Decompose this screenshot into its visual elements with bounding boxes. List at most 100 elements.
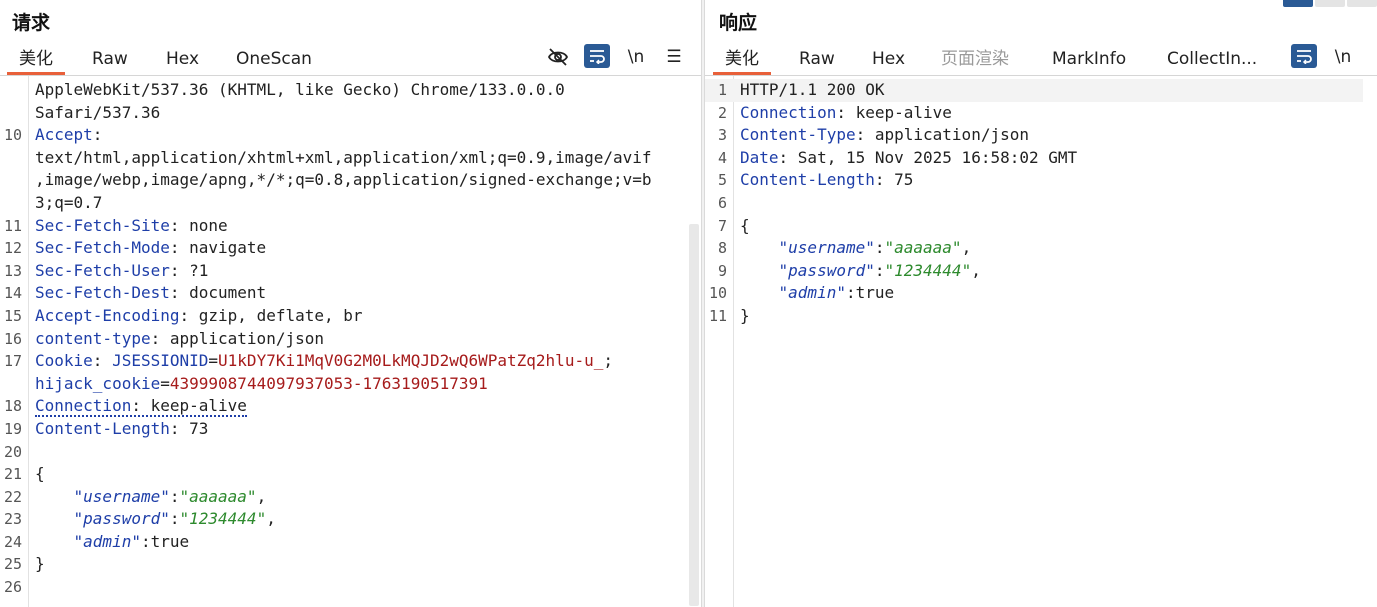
response-editor[interactable]: 1 HTTP/1.1 200 OK 2 Connection: keep-alive 3… (705, 76, 1377, 607)
line-number: 20 (3, 442, 22, 461)
response-tab-raw[interactable]: Raw (799, 48, 835, 75)
code-line: text/html,application/xhtml+xml,applicat… (0, 147, 687, 170)
code-line: 20 (0, 441, 687, 464)
layout-horizontal-button[interactable] (1315, 0, 1345, 7)
request-tab-hex[interactable]: Hex (166, 48, 199, 75)
line-content: Sec-Fetch-User: ?1 (35, 260, 208, 283)
json-string-value: "aaaaaa" (884, 238, 962, 258)
request-tab-pretty[interactable]: 美化 (7, 48, 65, 75)
header-field: Accept-Encoding: gzip, deflate, br (35, 306, 363, 325)
layout-vertical-button[interactable] (1347, 0, 1377, 7)
header-separator: : (874, 170, 895, 190)
header-name: Content-Length (740, 170, 875, 190)
line-number: 10 (3, 126, 22, 145)
line-number: 8 (717, 239, 727, 258)
line-text: } (740, 305, 750, 325)
layout-split-button[interactable] (1283, 0, 1313, 7)
line-text: { (740, 215, 750, 235)
code-line: 16 content-type: application/json (0, 328, 687, 351)
response-tab-hex[interactable]: Hex (872, 48, 905, 75)
json-key: "admin" (778, 283, 846, 303)
line-content: text/html,application/xhtml+xml,applicat… (35, 147, 652, 170)
eye-off-icon[interactable] (545, 44, 571, 70)
code-line: 15 Accept-Encoding: gzip, deflate, br (0, 305, 687, 328)
line-content: 3;q=0.7 (35, 192, 102, 215)
code-line: ,image/webp,image/apng,*/*;q=0.8,applica… (0, 169, 687, 192)
code-line: 22 "username":"aaaaaa", (0, 486, 687, 509)
json-key: "username" (73, 486, 170, 506)
request-tabbar: 美化 Raw Hex OneScan \n ☰ (0, 44, 701, 76)
response-tab-collectinfo[interactable]: CollectIn... (1167, 48, 1257, 75)
line-content: } (35, 553, 45, 576)
code-line: 11 Sec-Fetch-Site: none (0, 215, 687, 238)
newline-toggle[interactable]: \n (623, 44, 649, 70)
request-lines: AppleWebKit/537.36 (KHTML, like Gecko) C… (0, 79, 687, 599)
line-number: 10 (708, 284, 727, 303)
request-editor[interactable]: AppleWebKit/537.36 (KHTML, like Gecko) C… (0, 76, 701, 607)
header-separator: : (169, 238, 190, 258)
json-comma: , (971, 260, 981, 280)
header-value: ?1 (189, 260, 209, 280)
header-name: Accept (35, 125, 93, 145)
code-line: 25} (0, 553, 687, 576)
header-field: Date: Sat, 15 Nov 2025 16:58:02 GMT (740, 148, 1077, 167)
request-tab-onescan[interactable]: OneScan (236, 48, 312, 75)
json-key: "password" (778, 260, 875, 280)
header-value: none (189, 215, 228, 235)
code-line: 13 Sec-Fetch-User: ?1 (0, 260, 687, 283)
line-content: Accept: (35, 124, 102, 147)
line-content: Safari/537.36 (35, 102, 160, 125)
response-lines: 1 HTTP/1.1 200 OK 2 Connection: keep-alive 3… (705, 79, 1363, 328)
newline-toggle[interactable]: \n (1330, 44, 1356, 70)
code-line: 1 HTTP/1.1 200 OK (705, 79, 1363, 102)
http-message-viewer: 请求 美化 Raw Hex OneScan \n ☰ AppleWebKit/5… (0, 0, 1377, 607)
wrap-icon[interactable] (584, 44, 610, 68)
line-text: { (35, 464, 45, 484)
line-number: 16 (3, 329, 22, 348)
line-text: text/html,application/xhtml+xml,applicat… (35, 147, 652, 167)
line-content: Content-Type: application/json (740, 124, 1029, 147)
cookie-value: U1kDY7Ki1MqV0G2M0LkMQJD2wQ6WPatZq2hlu-u_ (218, 351, 604, 371)
line-number: 2 (717, 103, 727, 122)
request-tab-raw[interactable]: Raw (92, 48, 128, 75)
header-name: Connection (740, 102, 837, 122)
wrap-icon[interactable] (1291, 44, 1317, 68)
json-key: "admin" (73, 531, 141, 551)
json-literal-value: true (855, 283, 895, 303)
json-colon: : (140, 531, 151, 551)
code-line: 10 Accept: (0, 124, 687, 147)
header-field: Content-Type: application/json (740, 125, 1029, 144)
wrap-icon-svg (1297, 50, 1312, 64)
code-line: 17 Cookie: JSESSIONID=U1kDY7Ki1MqV0G2M0Lk… (0, 350, 687, 373)
line-content: "password":"1234444", (740, 260, 981, 283)
line-content: AppleWebKit/537.36 (KHTML, like Gecko) C… (35, 79, 565, 102)
json-comma: , (961, 238, 972, 258)
line-content: ,image/webp,image/apng,*/*;q=0.8,applica… (35, 169, 652, 192)
json-colon: : (169, 486, 180, 506)
menu-icon[interactable]: ☰ (661, 44, 687, 70)
line-number: 22 (3, 487, 22, 506)
cookie-separator: ; (603, 351, 613, 371)
header-separator: : (778, 147, 798, 167)
line-content: Sec-Fetch-Mode: navigate (35, 237, 266, 260)
response-tab-pretty[interactable]: 美化 (713, 48, 771, 75)
line-number: 26 (3, 578, 22, 597)
header-field: Accept: (35, 125, 102, 144)
code-line: 9 "password":"1234444", (705, 260, 1363, 283)
response-tab-markinfo[interactable]: MarkInfo (1052, 48, 1126, 75)
response-tab-render[interactable]: 页面渲染 (941, 48, 1009, 75)
code-line: 18 Connection: keep-alive (0, 395, 687, 418)
code-line: 3;q=0.7 (0, 192, 687, 215)
request-scrollbar[interactable] (689, 224, 699, 606)
line-number: 3 (717, 126, 727, 145)
json-colon: : (845, 283, 856, 303)
line-content: content-type: application/json (35, 328, 324, 351)
line-number: 25 (3, 555, 22, 574)
header-value: application/json (874, 125, 1029, 145)
line-number: 19 (3, 419, 22, 438)
line-number: 11 (3, 216, 22, 235)
header-name: Cookie (35, 351, 93, 371)
